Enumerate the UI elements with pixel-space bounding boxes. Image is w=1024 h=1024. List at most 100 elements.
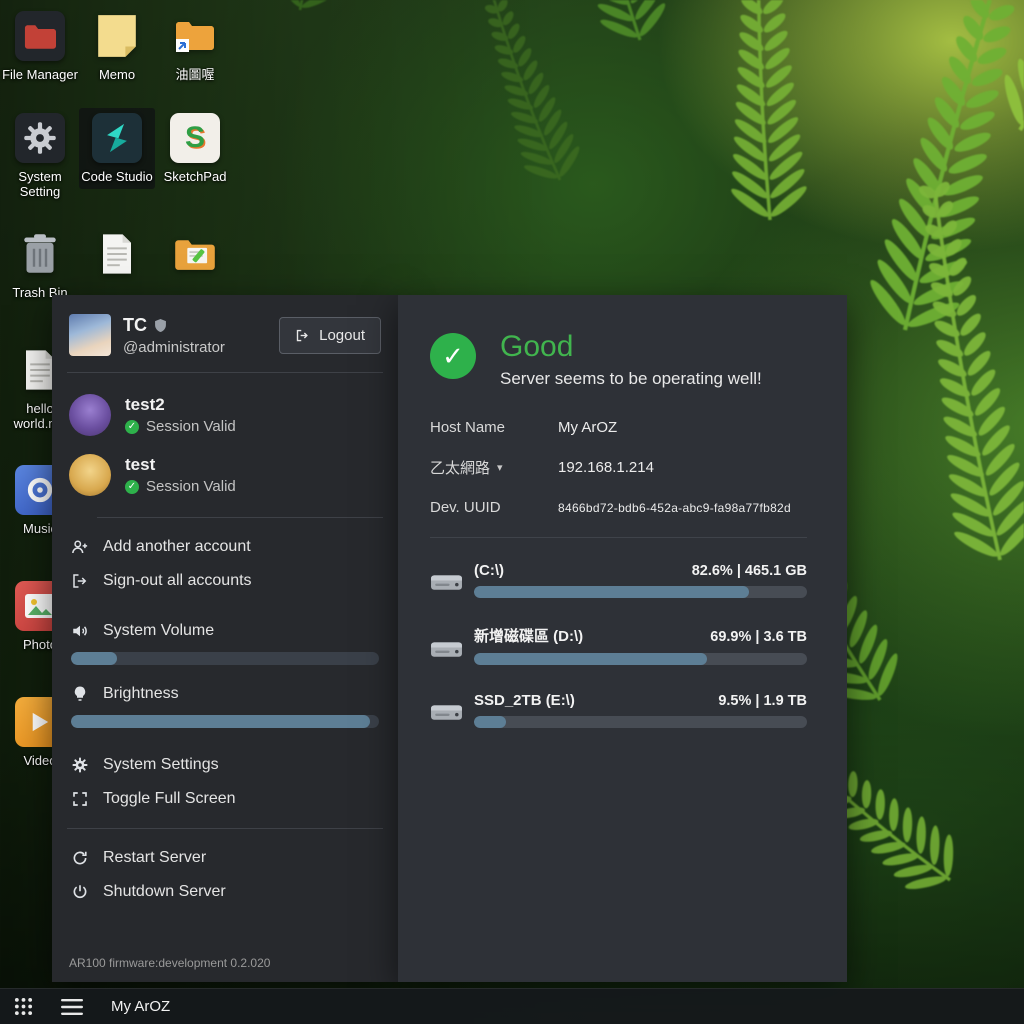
add-account-label: Add another account (103, 538, 251, 556)
user-display-name: TC (123, 315, 147, 336)
hard-drive-icon (430, 701, 463, 727)
uuid-value: 8466bd72-bdb6-452a-abc9-fa98a77fb82d (558, 501, 791, 515)
apps-grid-icon (14, 997, 33, 1016)
disk-name: SSD_2TB (E:\) (474, 692, 575, 709)
hostname-value: My ArOZ (558, 419, 617, 436)
folder-notes-icon (169, 228, 221, 280)
desktop-icon-trash-bin[interactable]: Trash Bin (2, 224, 78, 305)
trash-icon (14, 228, 66, 280)
server-status-title: Good (500, 329, 762, 365)
volume-slider[interactable] (71, 652, 379, 665)
disk-usage-bar (474, 653, 807, 665)
divider (67, 372, 383, 373)
restart-server-label: Restart Server (103, 849, 206, 867)
system-settings-item[interactable]: System Settings (67, 748, 383, 782)
brightness-item: Brightness (67, 677, 383, 711)
shutdown-server-label: Shutdown Server (103, 883, 226, 901)
account-name: test (125, 455, 236, 475)
user-avatar[interactable] (69, 314, 111, 356)
account-row-test[interactable]: test ✓ Session Valid (67, 445, 383, 505)
logout-icon (295, 328, 310, 343)
taskbar: My ArOZ (0, 988, 1024, 1024)
server-status-message: Server seems to be operating well! (500, 369, 762, 389)
disk-name: (C:\) (474, 562, 504, 579)
desktop-icon-sketchpad[interactable]: S SketchPad (157, 108, 233, 189)
shutdown-server-item[interactable]: Shutdown Server (67, 875, 383, 909)
logout-label: Logout (319, 327, 365, 344)
chevron-down-icon: ▾ (497, 461, 503, 474)
session-status: Session Valid (146, 478, 236, 495)
code-studio-icon (91, 112, 143, 164)
taskbar-title: My ArOZ (111, 998, 170, 1015)
uuid-label: Dev. UUID (430, 499, 558, 516)
status-ok-check-icon: ✓ (430, 333, 476, 379)
desktop-icon-label: Code Studio (81, 170, 153, 185)
desktop-icon-memo[interactable]: Memo (79, 6, 155, 87)
signout-all-label: Sign-out all accounts (103, 572, 252, 590)
hostname-label: Host Name (430, 419, 558, 436)
speaker-icon (71, 622, 89, 640)
disk-usage-bar (474, 716, 807, 728)
server-status-panel: ✓ Good Server seems to be operating well… (398, 295, 847, 982)
system-volume-label: System Volume (103, 622, 214, 640)
add-account-item[interactable]: Add another account (67, 530, 383, 564)
sketchpad-icon: S (169, 112, 221, 164)
gear-icon (14, 112, 66, 164)
account-row-test2[interactable]: test2 ✓Session Valid (67, 385, 383, 445)
desktop-icon-label: Memo (99, 68, 135, 83)
disk-row-c: (C:\) 82.6% | 465.1 GB (430, 562, 807, 598)
desktop-icon-document[interactable] (79, 224, 155, 290)
disk-row-e: SSD_2TB (E:\) 9.5% | 1.9 TB (430, 692, 807, 728)
hard-drive-icon (430, 571, 463, 597)
gear-icon (71, 756, 89, 774)
disk-usage: 82.6% | 465.1 GB (692, 563, 807, 579)
firmware-version: AR100 firmware:development 0.2.020 (67, 948, 383, 972)
app-launcher-button[interactable] (14, 997, 33, 1016)
memo-icon (91, 10, 143, 62)
disk-usage-fill (474, 653, 707, 665)
desktop-icon-file-manager[interactable]: File Manager (2, 6, 78, 87)
system-settings-label: System Settings (103, 756, 219, 774)
desktop-icon-label: System Setting (2, 170, 78, 200)
document-icon (91, 228, 143, 280)
desktop-icon-shortcut-folder[interactable]: 油圖喔 (157, 6, 233, 87)
brightness-slider-fill (71, 715, 370, 728)
desktop-icon-label: 油圖喔 (175, 68, 214, 83)
fullscreen-icon (71, 790, 89, 808)
uuid-row: Dev. UUID 8466bd72-bdb6-452a-abc9-fa98a7… (430, 499, 807, 516)
power-icon (71, 883, 89, 901)
user-menu-panel: TC @administrator Logout test2 ✓Session … (52, 295, 398, 982)
disk-usage-fill (474, 716, 506, 728)
network-interface-label: 乙太網路 (430, 457, 490, 478)
disk-usage-bar (474, 586, 807, 598)
volume-slider-fill (71, 652, 117, 665)
menu-button[interactable] (61, 999, 83, 1015)
hostname-row: Host Name My ArOZ (430, 419, 807, 436)
ip-address-value: 192.168.1.214 (558, 459, 654, 476)
person-plus-icon (71, 538, 89, 556)
desktop-icon-label: File Manager (2, 68, 78, 83)
desktop-icon-folder-notes[interactable] (157, 224, 233, 290)
session-valid-check-icon: ✓ (125, 420, 139, 434)
network-interface-select[interactable]: 乙太網路 ▾ (430, 457, 558, 478)
signout-all-item[interactable]: Sign-out all accounts (67, 564, 383, 598)
session-status: Session Valid (146, 418, 236, 435)
brightness-label: Brightness (103, 685, 179, 703)
desktop-icon-system-setting[interactable]: System Setting (2, 108, 78, 204)
desktop-icon-code-studio[interactable]: Code Studio (79, 108, 155, 189)
disk-usage: 69.9% | 3.6 TB (710, 629, 807, 645)
divider (67, 828, 383, 829)
desktop-icon-label: SketchPad (164, 170, 227, 185)
sign-out-icon (71, 572, 89, 590)
file-manager-icon (14, 10, 66, 62)
toggle-fullscreen-item[interactable]: Toggle Full Screen (67, 782, 383, 816)
disk-usage: 9.5% | 1.9 TB (718, 693, 807, 709)
toggle-fullscreen-label: Toggle Full Screen (103, 790, 236, 808)
restart-server-item[interactable]: Restart Server (67, 841, 383, 875)
shortcut-folder-icon (169, 10, 221, 62)
session-valid-check-icon: ✓ (125, 480, 139, 494)
logout-button[interactable]: Logout (279, 317, 381, 354)
divider (97, 517, 383, 518)
disk-name: 新增磁碟區 (D:\) (474, 625, 583, 646)
brightness-slider[interactable] (71, 715, 379, 728)
